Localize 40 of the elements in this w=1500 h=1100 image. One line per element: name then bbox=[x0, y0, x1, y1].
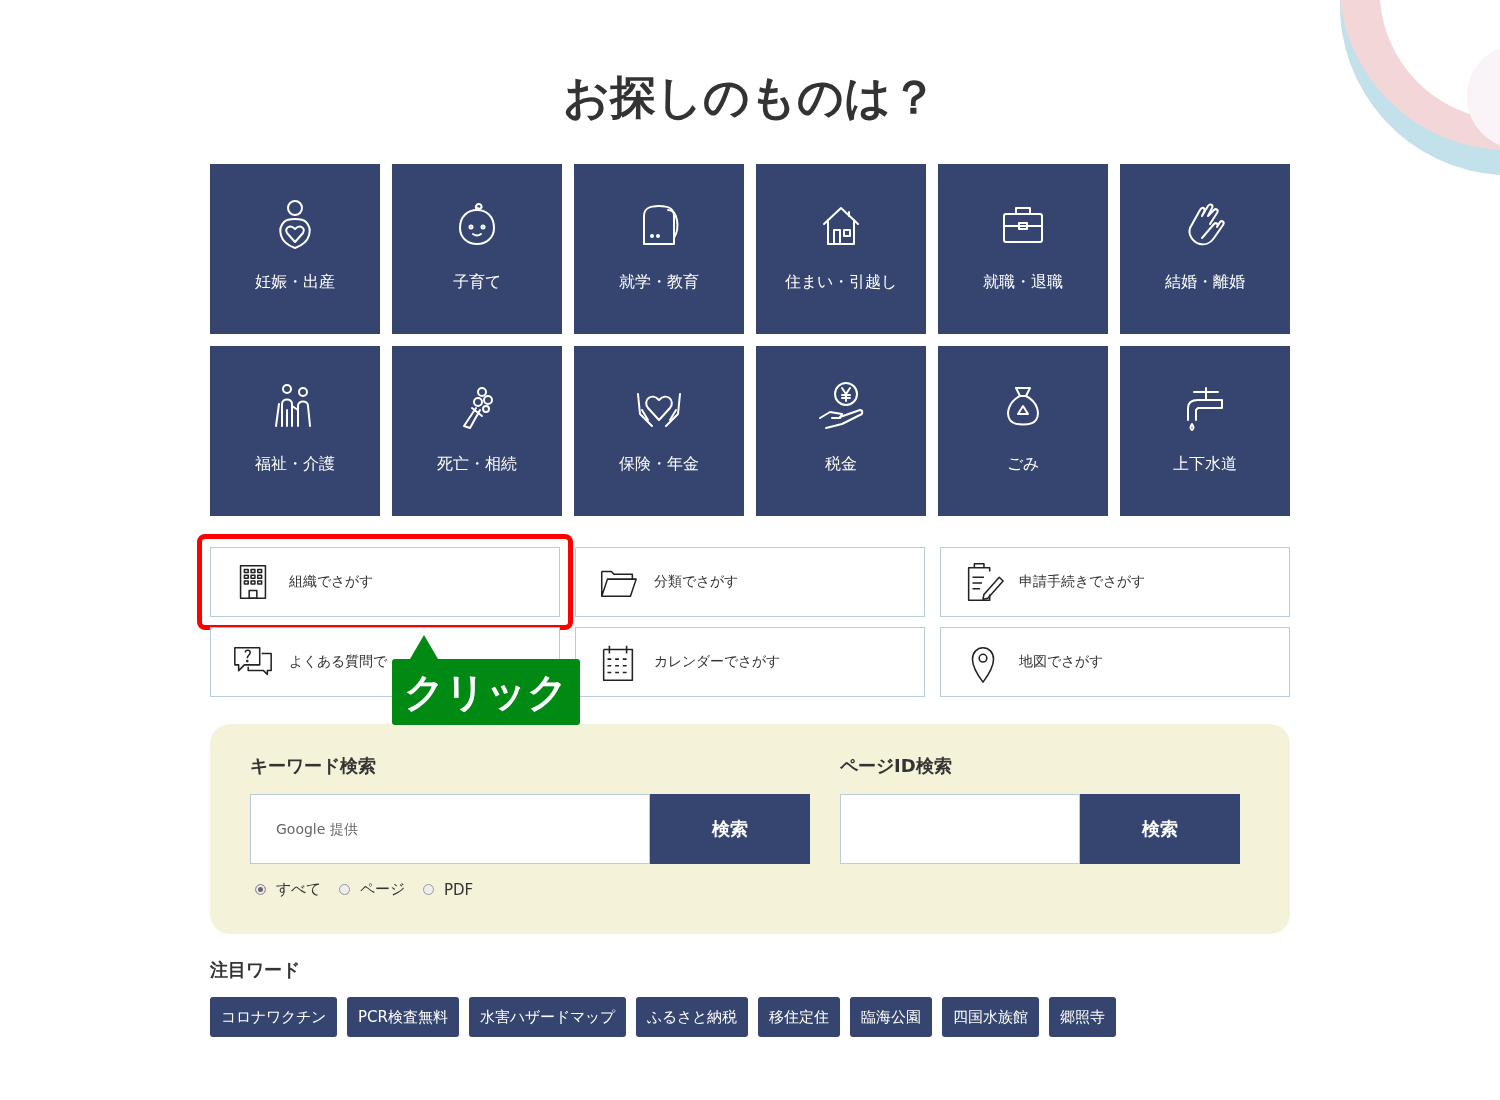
radio-label: ページ bbox=[360, 880, 405, 899]
keyword-search-title: キーワード検索 bbox=[250, 754, 377, 778]
category-tile[interactable]: 上下水道 bbox=[1120, 346, 1290, 516]
category-tile[interactable]: 就学・教育 bbox=[574, 164, 744, 334]
radio-button[interactable] bbox=[255, 884, 266, 895]
category-tile[interactable]: 死亡・相続 bbox=[392, 346, 562, 516]
category-tile[interactable]: ごみ bbox=[938, 346, 1108, 516]
search-link[interactable]: 地図でさがす bbox=[940, 627, 1290, 697]
tag-link[interactable]: PCR検査無料 bbox=[347, 997, 459, 1037]
tag-link[interactable]: 四国水族館 bbox=[941, 997, 1039, 1037]
radio-button[interactable] bbox=[423, 884, 434, 895]
radio-button[interactable] bbox=[339, 884, 350, 895]
tag-link[interactable]: ふるさと納税 bbox=[635, 997, 748, 1037]
category-tile[interactable]: 住まい・引越し bbox=[756, 164, 926, 334]
category-tile[interactable]: 結婚・離婚 bbox=[1120, 164, 1290, 334]
page-id-field[interactable] bbox=[840, 794, 1080, 864]
search-link[interactable]: 組織でさがす bbox=[210, 547, 560, 617]
tag-link[interactable]: 水害ハザードマップ bbox=[468, 997, 626, 1037]
search-button[interactable]: 検索 bbox=[650, 794, 810, 864]
category-tile[interactable]: 子育て bbox=[392, 164, 562, 334]
radio-label: すべて bbox=[276, 880, 321, 899]
tag-link[interactable]: コロナワクチン bbox=[210, 997, 337, 1037]
category-tile[interactable]: 福祉・介護 bbox=[210, 346, 380, 516]
featured-words-title: 注目ワード bbox=[210, 958, 301, 982]
search-link[interactable]: 申請手続きでさがす bbox=[940, 547, 1290, 617]
category-tile[interactable]: 税金 bbox=[756, 346, 926, 516]
keyword-search-field[interactable]: Google 提供 bbox=[250, 794, 650, 864]
page-heading: お探しのものは？ bbox=[562, 69, 938, 126]
category-tile[interactable]: 保険・年金 bbox=[574, 346, 744, 516]
category-tile[interactable]: 妊娠・出産 bbox=[210, 164, 380, 334]
category-tile[interactable]: 就職・退職 bbox=[938, 164, 1108, 334]
tag-link[interactable]: 移住定住 bbox=[757, 997, 840, 1037]
tag-link[interactable]: 臨海公園 bbox=[849, 997, 932, 1037]
search-link[interactable]: 分類でさがす bbox=[575, 547, 925, 617]
page-id-search-title: ページID検索 bbox=[840, 754, 953, 778]
search-link[interactable]: カレンダーでさがす bbox=[575, 627, 925, 697]
yen-coin-hand-icon bbox=[816, 380, 866, 432]
radio-label: PDF bbox=[444, 880, 474, 899]
search-button[interactable]: 検索 bbox=[1080, 794, 1240, 864]
tag-link[interactable]: 郷照寺 bbox=[1048, 997, 1116, 1037]
